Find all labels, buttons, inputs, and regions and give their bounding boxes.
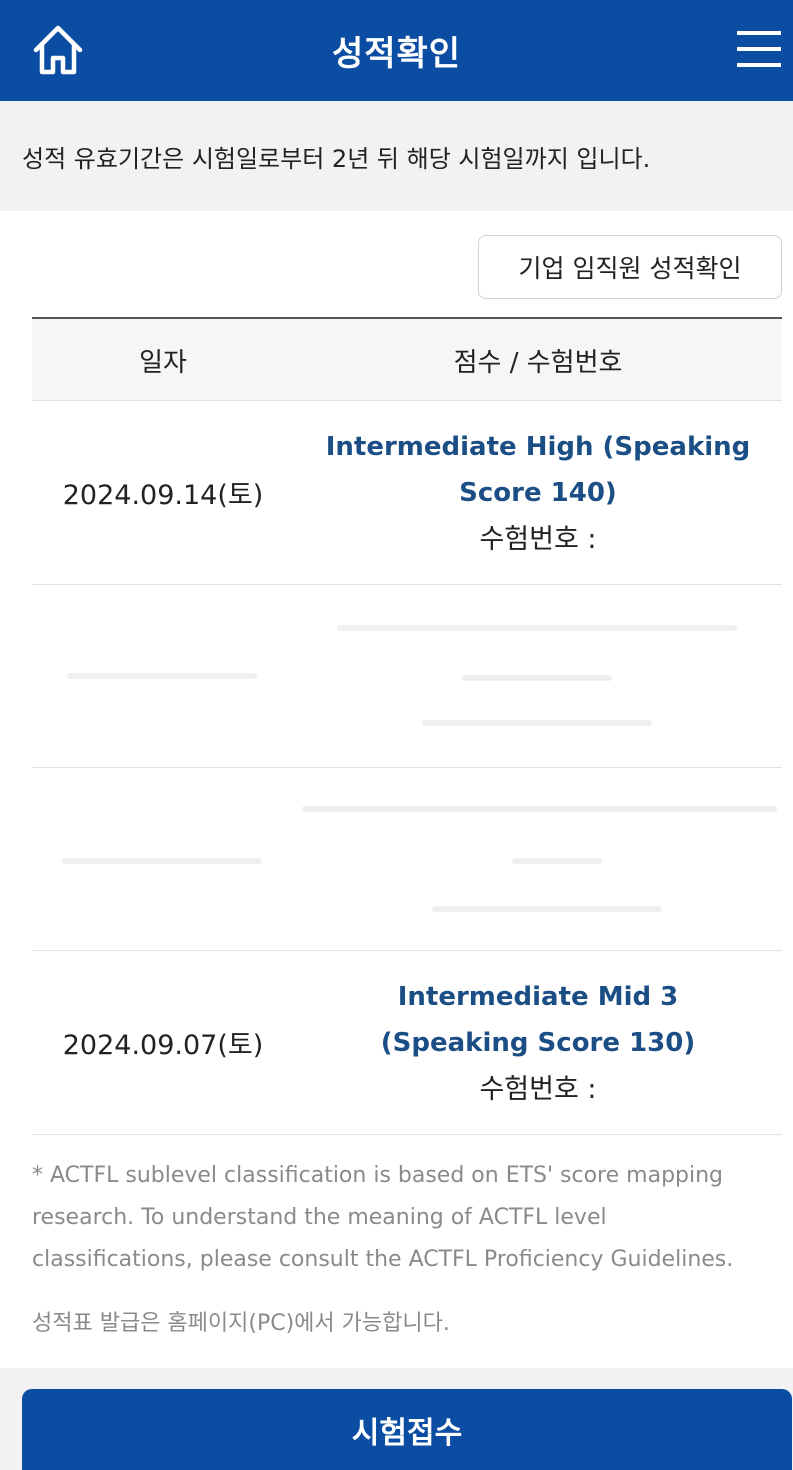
table-header: 일자 점수 / 수험번호: [32, 317, 782, 401]
row-date: 2024.09.07(토): [62, 1030, 264, 1061]
redaction-mark: [62, 858, 262, 864]
exam-number: 수험번호 :: [479, 518, 596, 562]
redaction-mark: [432, 906, 662, 912]
table-row-redacted: [32, 768, 782, 951]
redaction-mark: [337, 625, 737, 631]
validity-notice: 성적 유효기간은 시험일로부터 2년 뒤 해당 시험일까지 입니다.: [0, 101, 793, 211]
hamburger-menu-icon[interactable]: [737, 27, 781, 71]
redaction-mark: [67, 673, 257, 679]
table-row-redacted: [32, 585, 782, 768]
report-issue-note: 성적표 발급은 홈페이지(PC)에서 가능합니다.: [32, 1311, 450, 1336]
redaction-mark: [422, 720, 652, 726]
redaction-mark: [302, 806, 777, 812]
score-table: 일자 점수 / 수험번호 2024.09.14(토) Intermediate …: [32, 317, 782, 1135]
row-score-cell: Intermediate High (Speaking Score 140) 수…: [294, 401, 782, 584]
exam-number: 수험번호 :: [479, 1068, 596, 1112]
row-score-cell: Intermediate Mid 3 (Speaking Score 130) …: [294, 951, 782, 1134]
exam-number-label: 수험번호 :: [479, 523, 597, 555]
redaction-mark: [462, 675, 612, 681]
corporate-score-check-button[interactable]: 기업 임직원 성적확인: [478, 235, 782, 299]
exam-number-label: 수험번호 :: [479, 1073, 597, 1105]
column-header-date: 일자: [139, 347, 187, 378]
score-link[interactable]: Intermediate Mid 3 (Speaking Score 130): [323, 974, 753, 1066]
validity-notice-text: 성적 유효기간은 시험일로부터 2년 뒤 해당 시험일까지 입니다.: [22, 144, 651, 173]
app-header: 성적확인: [0, 0, 793, 101]
score-link[interactable]: Intermediate High (Speaking Score 140): [294, 424, 782, 516]
actfl-footnote: * ACTFL sublevel classification is based…: [32, 1163, 734, 1272]
column-header-score: 점수 / 수험번호: [453, 347, 623, 378]
row-date: 2024.09.14(토): [62, 480, 264, 511]
home-icon[interactable]: [30, 22, 86, 78]
page-title: 성적확인: [331, 34, 462, 74]
table-row: 2024.09.14(토) Intermediate High (Speakin…: [32, 401, 782, 585]
table-row: 2024.09.07(토) Intermediate Mid 3 (Speaki…: [32, 951, 782, 1135]
exam-apply-button[interactable]: 시험접수: [22, 1389, 792, 1470]
redaction-mark: [512, 858, 602, 864]
